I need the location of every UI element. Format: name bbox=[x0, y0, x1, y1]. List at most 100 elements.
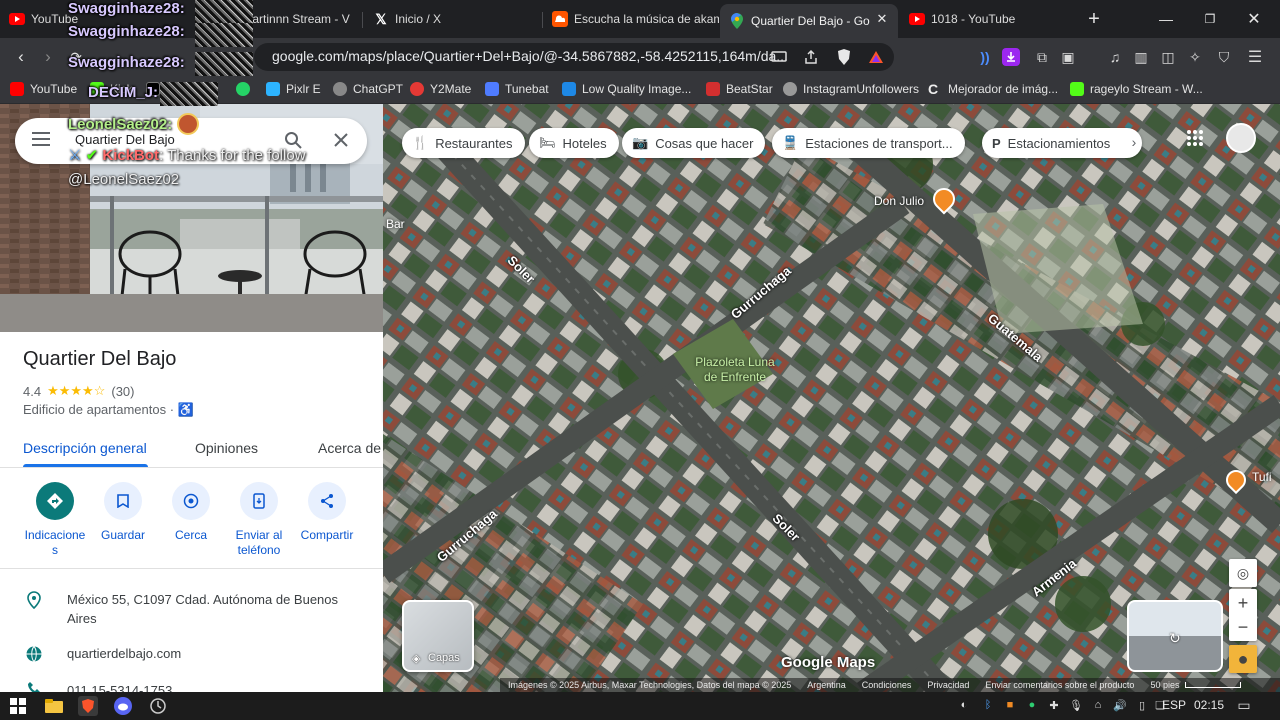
send-to-phone-button[interactable]: Enviar al teléfono bbox=[224, 482, 294, 558]
clock[interactable]: 02:15 bbox=[1194, 698, 1224, 712]
chip-things-to-do[interactable]: 📷 Cosas que hacer bbox=[622, 128, 766, 158]
download-icon[interactable] bbox=[1000, 46, 1022, 68]
menu-icon[interactable]: ☰ bbox=[1244, 46, 1266, 68]
sidebar-icon[interactable]: ▥ bbox=[1130, 46, 1152, 68]
chip-parking[interactable]: P Estacionamientos bbox=[982, 128, 1143, 158]
layers-icon: ◈ bbox=[412, 653, 421, 665]
divider bbox=[0, 568, 383, 569]
bookmark-tunebat[interactable]: Tunebat bbox=[485, 80, 549, 98]
privacy-link[interactable]: Privacidad bbox=[927, 680, 969, 690]
url-text[interactable]: google.com/maps/place/Quartier+Del+Bajo/… bbox=[272, 48, 788, 64]
network-icon[interactable]: ⌂ bbox=[1090, 697, 1106, 713]
screenshot-icon[interactable]: ▣ bbox=[1057, 46, 1079, 68]
tray-icon[interactable]: ✚ bbox=[1046, 697, 1062, 713]
scale-label[interactable]: 50 pies bbox=[1150, 680, 1179, 690]
chat-avatar bbox=[160, 82, 218, 106]
close-search-icon[interactable] bbox=[334, 133, 348, 152]
windows-start-icon[interactable] bbox=[8, 696, 28, 716]
search-input[interactable]: Quartier Del Bajo bbox=[75, 132, 175, 147]
layers-button[interactable]: ◈ Capas bbox=[402, 600, 474, 672]
tray-icon[interactable]: ■ bbox=[1002, 697, 1018, 713]
place-phone[interactable]: 011 15-5314-1753 bbox=[67, 681, 172, 692]
chevron-right-icon[interactable]: › bbox=[1124, 132, 1144, 152]
bookmark-rageylo[interactable]: rageylo Stream - W... bbox=[1070, 80, 1203, 98]
minimize-icon[interactable]: — bbox=[1144, 0, 1188, 38]
hamburger-menu-icon[interactable] bbox=[32, 132, 50, 148]
restore-icon[interactable]: ❐ bbox=[1188, 0, 1232, 38]
translate-icon[interactable]: )) bbox=[974, 46, 996, 68]
street-view-thumbnail[interactable]: ↻ bbox=[1127, 600, 1223, 672]
extensions-icon[interactable]: ⧉ bbox=[1031, 46, 1053, 68]
tab-google-maps[interactable]: Quartier Del Bajo - Go ✕ bbox=[720, 4, 898, 38]
feedback-link[interactable]: Enviar comentarios sobre el producto bbox=[985, 680, 1134, 690]
brave-shield-icon[interactable] bbox=[833, 46, 855, 68]
bluetooth-icon[interactable]: ᛒ bbox=[980, 697, 996, 713]
place-category[interactable]: Edificio de apartamentos bbox=[23, 402, 166, 417]
street-view-pegman-icon[interactable]: ● bbox=[1229, 645, 1257, 673]
poi-label[interactable]: Tufi bbox=[1252, 470, 1272, 484]
terms-link[interactable]: Condiciones bbox=[862, 680, 912, 690]
bookmark-beatstar[interactable]: BeatStar bbox=[706, 80, 773, 98]
tab-about[interactable]: Acerca de bbox=[318, 440, 383, 456]
avatar[interactable] bbox=[1226, 123, 1256, 153]
review-count[interactable]: (30) bbox=[111, 384, 134, 399]
youtube-icon bbox=[9, 11, 25, 27]
close-window-icon[interactable]: ✕ bbox=[1232, 0, 1276, 38]
brave-browser-icon[interactable] bbox=[78, 696, 98, 716]
microphone-icon[interactable]: 🎙 bbox=[1068, 697, 1084, 713]
volume-icon[interactable]: 🔊 bbox=[1112, 697, 1128, 713]
poi-label[interactable]: Bar bbox=[386, 217, 405, 231]
file-explorer-icon[interactable] bbox=[44, 696, 64, 716]
bookmark-y2mate[interactable]: Y2Mate bbox=[410, 80, 471, 98]
bookmark-youtube[interactable]: YouTube bbox=[10, 80, 77, 98]
share-page-icon[interactable] bbox=[800, 46, 822, 68]
bookmark-low-quality-image[interactable]: Low Quality Image... bbox=[562, 80, 691, 98]
tab-youtube-1018[interactable]: 1018 - YouTube bbox=[900, 4, 1070, 34]
back-icon[interactable]: ‹ bbox=[9, 45, 33, 69]
country-link[interactable]: Argentina bbox=[807, 680, 846, 690]
chip-transit[interactable]: 🚆 Estaciones de transport... bbox=[772, 128, 965, 158]
chip-hotels[interactable]: 🛏 Hoteles bbox=[529, 128, 619, 158]
place-website[interactable]: quartierdelbajo.com bbox=[67, 644, 181, 663]
language-indicator[interactable]: ESP bbox=[1162, 698, 1186, 712]
brave-rewards-icon[interactable] bbox=[865, 46, 887, 68]
battery-icon[interactable]: ▯ bbox=[1134, 697, 1150, 713]
apps-grid-icon[interactable] bbox=[1186, 129, 1208, 151]
directions-button[interactable]: Indicaciones bbox=[20, 482, 90, 558]
leo-ai-icon[interactable]: ✧ bbox=[1184, 46, 1206, 68]
forward-icon[interactable]: › bbox=[36, 45, 60, 69]
place-address[interactable]: México 55, C1097 Cdad. Autónoma de Bueno… bbox=[67, 590, 367, 628]
notifications-icon[interactable]: ▭ bbox=[1236, 697, 1252, 713]
new-tab-button[interactable]: + bbox=[1072, 0, 1116, 38]
zoom-out-icon[interactable]: − bbox=[1238, 615, 1249, 639]
nearby-button[interactable]: Cerca bbox=[156, 482, 226, 543]
wallet-icon[interactable]: ◫ bbox=[1157, 46, 1179, 68]
tab-x[interactable]: 𝕏 Inicio / X bbox=[364, 4, 542, 34]
poi-label[interactable]: Plazoleta Luna de Enfrente bbox=[690, 355, 780, 385]
cast-icon[interactable] bbox=[768, 46, 790, 68]
discord-icon[interactable] bbox=[113, 696, 133, 716]
zoom-in-icon[interactable]: + bbox=[1238, 591, 1249, 615]
bookmark-chatgpt[interactable]: ChatGPT bbox=[333, 80, 403, 98]
chat-username: LeonelSaez02: bbox=[68, 116, 173, 133]
app-icon[interactable] bbox=[148, 696, 168, 716]
music-icon[interactable]: ♫ bbox=[1104, 46, 1126, 68]
bookmark-mejorador[interactable]: C Mejorador de imág... bbox=[928, 80, 1058, 98]
close-tab-icon[interactable]: ✕ bbox=[874, 11, 890, 27]
browser-tab-strip: YouTube akamartinnn Stream - V 𝕏 Inicio … bbox=[0, 0, 1280, 38]
tab-soundcloud[interactable]: Escucha la música de akam bbox=[543, 4, 719, 34]
poi-label[interactable]: Don Julio bbox=[874, 194, 924, 208]
share-button[interactable]: Compartir bbox=[292, 482, 362, 543]
chip-restaurants[interactable]: 🍴 Restaurantes bbox=[402, 128, 525, 158]
tray-icon[interactable]: ◐ bbox=[956, 697, 972, 713]
save-button[interactable]: Guardar bbox=[88, 482, 158, 543]
my-location-icon[interactable]: ◎ bbox=[1229, 559, 1257, 587]
bookmark-whatsapp[interactable] bbox=[236, 80, 256, 98]
bookmark-pixlr[interactable]: Pixlr E bbox=[266, 80, 321, 98]
bookmark-instagram-unfollowers[interactable]: InstagramUnfollowers bbox=[783, 80, 919, 98]
vpn-icon[interactable]: ⛉ bbox=[1213, 46, 1235, 68]
rating-row[interactable]: 4.4 ★★★★☆ (30) bbox=[23, 383, 134, 399]
tab-overview[interactable]: Descripción general bbox=[23, 440, 147, 456]
tab-reviews[interactable]: Opiniones bbox=[195, 440, 258, 456]
tray-icon[interactable]: ● bbox=[1024, 697, 1040, 713]
